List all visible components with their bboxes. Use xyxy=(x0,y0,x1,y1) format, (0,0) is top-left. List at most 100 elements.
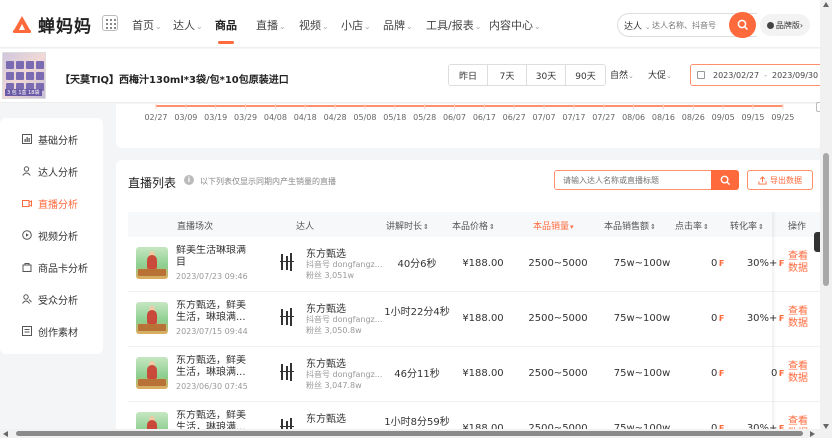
talent-name[interactable]: 东方甄选 xyxy=(306,410,346,425)
scroll-down-icon[interactable] xyxy=(823,424,829,429)
talent-name[interactable]: 东方甄选 xyxy=(306,355,346,370)
period-yesterday-button[interactable]: 昨日 xyxy=(449,65,488,85)
live-search-box xyxy=(554,170,712,190)
logo-icon xyxy=(10,12,34,36)
view-data-link[interactable]: 查看数据 xyxy=(788,251,812,275)
live-title[interactable]: 东方甄选，鲜美生活，琳琅满... xyxy=(176,355,250,379)
live-search-button[interactable] xyxy=(711,170,739,190)
avatar[interactable] xyxy=(278,306,296,330)
column-header-talent: 达人 xyxy=(296,222,315,232)
x-tick-label: 07/07 xyxy=(533,113,556,122)
sidebar-item-material[interactable]: 创作素材 xyxy=(22,324,78,339)
chart-svg: 02/27 03/09 03/19 03/29 04/08 04/18 04/28 05/08… xyxy=(144,104,794,122)
sales-value: 2500~5000 xyxy=(528,313,588,324)
sidebar-item-audience[interactable]: 受众分析 xyxy=(22,292,78,307)
export-data-button[interactable]: 导出数据 xyxy=(747,170,813,190)
mode-select[interactable]: 自然⌄ xyxy=(610,68,634,81)
nav-item-shop[interactable]: 小店⌄ xyxy=(341,17,371,33)
live-list-title: 直播列表 xyxy=(128,176,177,190)
column-header-conversion[interactable]: 转化率⇕ xyxy=(730,219,764,232)
nav-item-product[interactable]: 商品 xyxy=(215,17,237,33)
scroll-right-icon[interactable] xyxy=(810,431,815,437)
x-tick-label: 07/27 xyxy=(592,113,615,122)
sort-icon: ⇕ xyxy=(650,223,656,231)
sidebar-item-basic[interactable]: 基础分析 xyxy=(22,132,78,147)
product-header: 3 包 1盒 18袋 【天莫TIQ】西梅汁130ml*3袋/包*10包原装进口 … xyxy=(0,49,832,103)
x-tick-label: 07/17 xyxy=(562,113,585,122)
view-data-link[interactable]: 查看数据 xyxy=(788,306,812,330)
bag-icon xyxy=(22,262,32,272)
view-data-link[interactable]: 查看数据 xyxy=(788,361,812,385)
x-tick-label: 06/17 xyxy=(473,113,496,122)
amount-value: 75w~100w xyxy=(613,258,671,269)
horizontal-scrollbar[interactable] xyxy=(0,429,820,438)
sort-icon: ⇕ xyxy=(703,223,709,231)
search-icon xyxy=(737,19,748,31)
vertical-scrollbar[interactable] xyxy=(820,0,832,438)
nav-item-tools[interactable]: 工具/报表⌄ xyxy=(426,17,481,33)
live-list-hint: 以下列表仅显示同期内产生销量的直播 xyxy=(200,177,336,186)
talent-id: 抖音号 dongfangz... xyxy=(306,315,383,324)
sales-trend-chart: 02/27 03/09 03/19 03/29 04/08 04/18 04/28 05/08… xyxy=(116,104,822,148)
info-icon[interactable]: i xyxy=(184,175,194,185)
column-header-amount[interactable]: 本品销售额⇕ xyxy=(604,219,656,232)
search-icon xyxy=(720,175,730,185)
live-search-input[interactable] xyxy=(563,174,703,186)
calendar-icon xyxy=(697,71,705,79)
scroll-left-icon[interactable] xyxy=(3,431,8,437)
x-tick-label: 03/09 xyxy=(174,113,197,122)
horizontal-scroll-thumb[interactable] xyxy=(16,431,803,436)
nav-item-talent[interactable]: 达人⌄ xyxy=(173,17,203,33)
live-cover-image[interactable] xyxy=(136,357,168,389)
talent-name[interactable]: 东方甄选 xyxy=(306,245,346,260)
talent-id: 抖音号 dongfangz... xyxy=(306,260,383,269)
period-90d-button[interactable]: 90天 xyxy=(566,65,605,85)
sidebar-item-video[interactable]: 视频分析 xyxy=(22,228,78,243)
nav-item-brand[interactable]: 品牌⌄ xyxy=(383,17,413,33)
talent-fans: 粉丝 3,047.8w xyxy=(306,381,362,390)
apps-grid-icon[interactable] xyxy=(102,15,118,31)
vertical-scroll-thumb[interactable] xyxy=(823,153,829,286)
x-tick-label: 06/27 xyxy=(503,113,526,122)
live-time: 2023/06/30 07:45 xyxy=(176,382,248,391)
sort-icon: ⇕ xyxy=(423,223,429,231)
nav-item-live[interactable]: 直播⌄ xyxy=(256,17,286,33)
talent-name[interactable]: 东方甄选 xyxy=(306,300,346,315)
analysis-sidebar: 基础分析 达人分析 直播分析 视频分析 商品卡分析 受众分析 创作素材 xyxy=(0,118,103,354)
date-range-picker[interactable]: 2023/02/27 - 2023/09/30 xyxy=(690,64,824,86)
avatar[interactable] xyxy=(278,361,296,385)
global-search-button[interactable] xyxy=(729,12,756,38)
x-tick-label: 09/25 xyxy=(771,113,794,122)
brand-edition-button[interactable]: 品牌版 › xyxy=(760,14,810,36)
live-cover-image[interactable] xyxy=(136,247,168,279)
avatar[interactable] xyxy=(278,251,296,275)
price-value: ¥188.00 xyxy=(462,258,504,269)
column-header-click-rate[interactable]: 点击率⇕ xyxy=(675,219,709,232)
scroll-up-icon[interactable] xyxy=(823,2,829,7)
promo-select[interactable]: 大促⌄ xyxy=(648,68,672,81)
live-title[interactable]: 东方甄选，鲜美生活，琳琅满... xyxy=(176,300,250,324)
nav-item-content[interactable]: 内容中心⌄ xyxy=(489,17,541,33)
column-header-sales[interactable]: 本品销量▾ xyxy=(533,219,574,232)
live-title[interactable]: 鲜美生活琳琅满目 xyxy=(176,245,250,269)
period-7d-button[interactable]: 7天 xyxy=(488,65,527,85)
duration-value: 1小时8分59秒 xyxy=(384,417,450,428)
price-value: ¥188.00 xyxy=(462,368,504,379)
live-cover-image[interactable] xyxy=(136,302,168,334)
trend-icon: ₣ xyxy=(778,369,784,378)
x-tick-label: 09/15 xyxy=(741,113,764,122)
logo[interactable]: 蝉妈妈 xyxy=(10,11,92,37)
period-30d-button[interactable]: 30天 xyxy=(527,65,566,85)
nav-item-home[interactable]: 首页⌄ xyxy=(132,17,162,33)
sidebar-item-product-card[interactable]: 商品卡分析 xyxy=(22,260,88,275)
column-header-duration[interactable]: 讲解时长⇕ xyxy=(386,219,429,232)
duration-value: 46分11秒 xyxy=(394,369,440,380)
folder-icon xyxy=(22,326,32,336)
sticky-column-shadow xyxy=(772,212,776,435)
nav-item-video[interactable]: 视频⌄ xyxy=(299,17,329,33)
sidebar-item-live[interactable]: 直播分析 xyxy=(22,196,78,211)
search-type-select[interactable]: 达人 ⌄ xyxy=(624,19,651,32)
column-header-price[interactable]: 本品价格⇕ xyxy=(452,219,495,232)
x-tick-label: 08/26 xyxy=(682,113,705,122)
sidebar-item-talent[interactable]: 达人分析 xyxy=(22,164,78,179)
